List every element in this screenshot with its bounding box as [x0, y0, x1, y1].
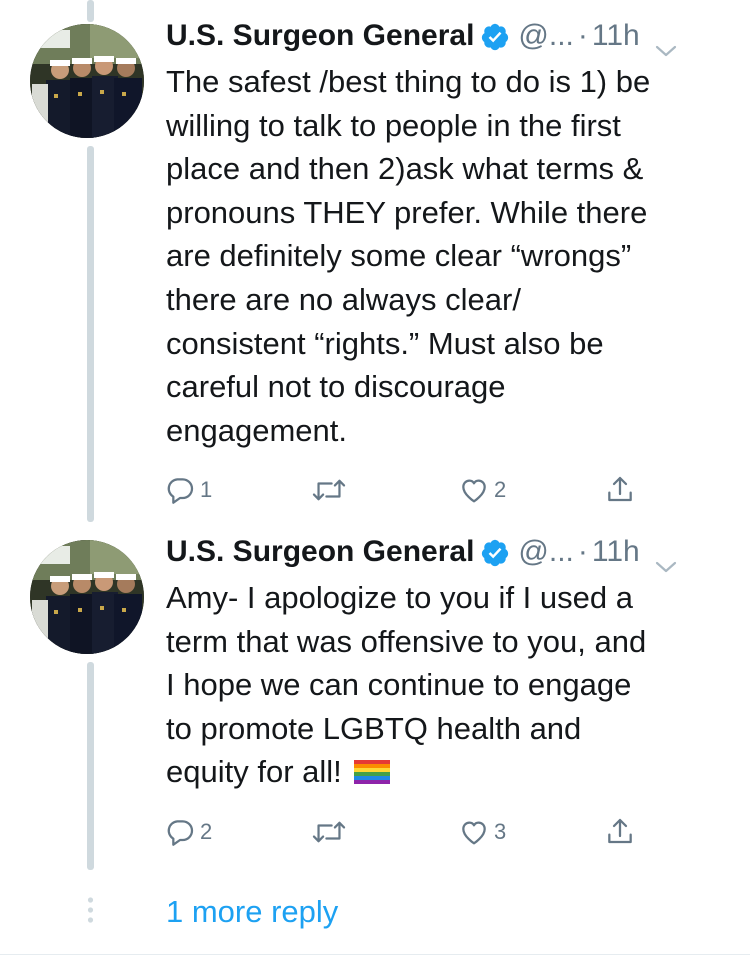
avatar-photo — [30, 24, 144, 138]
rainbow-flag-emoji — [353, 752, 390, 785]
verified-badge-icon — [480, 537, 510, 567]
avatar[interactable] — [30, 540, 144, 654]
tweet-header: U.S. Surgeon General @... · 11h — [166, 530, 678, 574]
chevron-down-icon[interactable] — [654, 28, 678, 57]
separator-dot: · — [577, 535, 588, 568]
chevron-down-icon[interactable] — [654, 544, 678, 573]
handle[interactable]: @... — [518, 530, 573, 574]
separator-dot: · — [577, 19, 588, 52]
like-button[interactable]: 3 — [458, 812, 506, 852]
avatar-photo — [30, 540, 144, 654]
tweet-text: Amy- I apologize to you if I used a term… — [166, 576, 726, 794]
handle[interactable]: @... — [518, 14, 573, 58]
divider — [0, 954, 750, 955]
display-name[interactable]: U.S. Surgeon General — [166, 14, 474, 58]
retweet-button[interactable] — [312, 812, 350, 852]
reply-icon — [167, 820, 194, 846]
like-button[interactable]: 2 — [458, 470, 506, 510]
reply-button[interactable]: 1 — [164, 470, 212, 510]
retweet-button[interactable] — [312, 470, 350, 510]
share-button[interactable] — [604, 470, 636, 510]
tweet-text: The safest /best thing to do is 1) be wi… — [166, 64, 651, 448]
retweet-icon — [312, 479, 346, 501]
tweet-header: U.S. Surgeon General @... · 11h — [166, 14, 678, 58]
heart-icon — [462, 821, 486, 845]
like-count: 2 — [494, 477, 507, 502]
reply-icon — [167, 478, 194, 504]
reply-count: 1 — [200, 477, 213, 502]
share-icon — [608, 818, 632, 844]
tweet-actions: 1 2 — [164, 470, 664, 510]
tweet[interactable]: U.S. Surgeon General @... · 11h Amy- I a… — [0, 530, 750, 870]
share-icon — [608, 476, 632, 502]
tweet-actions: 2 3 — [164, 812, 664, 852]
share-button[interactable] — [604, 812, 636, 852]
timestamp[interactable]: 11h — [592, 530, 640, 574]
retweet-icon — [312, 821, 346, 843]
verified-badge-icon — [480, 21, 510, 51]
display-name[interactable]: U.S. Surgeon General — [166, 530, 474, 574]
thread-ellipsis-icon — [86, 896, 95, 928]
tweet[interactable]: U.S. Surgeon General @... · 11h The safe… — [0, 0, 750, 530]
tweet-text-body: Amy- I apologize to you if I used a term… — [166, 580, 647, 790]
timestamp[interactable]: 11h — [592, 14, 640, 58]
show-more-replies-link[interactable]: 1 more reply — [166, 892, 338, 932]
reply-button[interactable]: 2 — [164, 812, 212, 852]
reply-count: 2 — [200, 819, 213, 844]
heart-icon — [462, 479, 486, 503]
avatar[interactable] — [30, 24, 144, 138]
like-count: 3 — [494, 819, 507, 844]
